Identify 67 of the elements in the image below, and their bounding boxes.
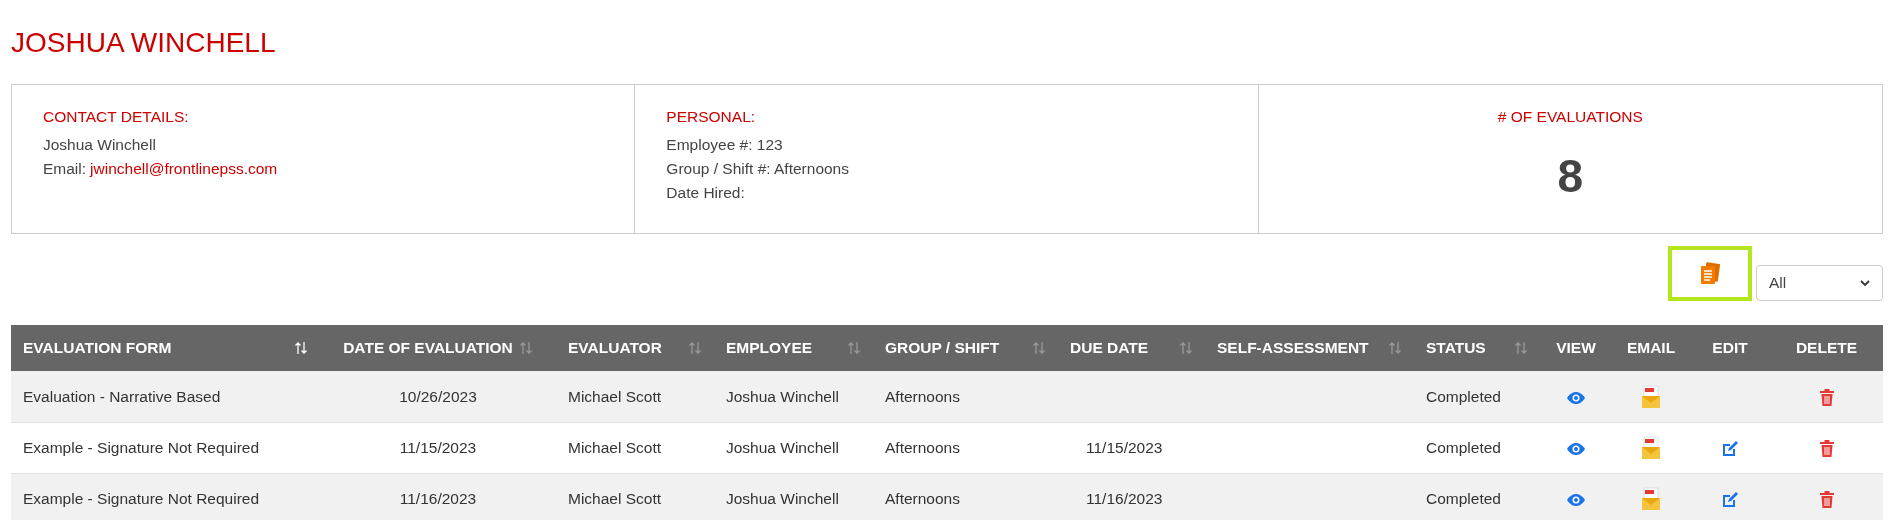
section-heading: PERSONAL: xyxy=(666,107,756,127)
documents-button[interactable] xyxy=(1668,246,1752,301)
table-cell-text: 11/15/2023 xyxy=(1085,438,1163,456)
table-cell: Example - Signature Not Required xyxy=(23,489,260,507)
pdf-envelope-icon[interactable] xyxy=(1641,435,1661,460)
table-cell: Completed xyxy=(1426,489,1501,507)
personal-detail: Date Hired: xyxy=(666,183,745,203)
dropdown-value: All xyxy=(1769,273,1787,294)
page-title: JOSHUA WINCHELL xyxy=(11,26,276,60)
sort-icon xyxy=(518,341,533,355)
sort-icon xyxy=(1179,341,1193,355)
section-heading: CONTACT DETAILS: xyxy=(43,107,189,127)
column-header: DELETE xyxy=(1770,325,1883,371)
column-header[interactable]: DUE DATE xyxy=(1058,325,1205,371)
table-cell: Joshua Winchell xyxy=(726,387,839,405)
table-cell: Example - Signature Not Required xyxy=(23,438,260,456)
table-cell: 11/16/2023 xyxy=(399,489,477,507)
column-header[interactable]: SELF-ASSESSMENT xyxy=(1205,325,1414,371)
table-cell: Michael Scott xyxy=(568,387,662,405)
trash-icon[interactable] xyxy=(1819,389,1834,407)
edit-icon[interactable] xyxy=(1721,439,1739,458)
column-header[interactable]: DATE OF EVALUATION xyxy=(320,325,556,371)
eye-icon[interactable] xyxy=(1566,390,1586,405)
trash-icon[interactable] xyxy=(1819,440,1834,458)
table-cell: Michael Scott xyxy=(568,489,662,507)
filter-dropdown[interactable]: All xyxy=(1756,265,1883,301)
table-cell: Joshua Winchell xyxy=(726,489,839,507)
column-header[interactable]: EVALUATOR xyxy=(556,325,714,371)
column-header[interactable]: STATUS xyxy=(1414,325,1540,371)
column-header: EDIT xyxy=(1690,325,1770,371)
personal-detail: Group / Shift #: Afternoons xyxy=(666,159,849,179)
table-cell: Completed xyxy=(1426,387,1501,405)
table-cell: 11/15/2023 xyxy=(399,438,477,456)
table-cell: Evaluation - Narrative Based xyxy=(23,387,221,405)
column-header[interactable]: GROUP / SHIFT xyxy=(873,325,1058,371)
email-label: Email: xyxy=(43,159,87,179)
table-cell: Afternoons xyxy=(885,489,960,507)
section-heading: # OF EVALUATIONS xyxy=(1497,107,1643,127)
column-header[interactable]: EVALUATION FORM xyxy=(11,325,320,371)
eye-icon[interactable] xyxy=(1566,492,1586,507)
pdf-envelope-icon[interactable] xyxy=(1641,384,1661,409)
table-cell-text: 11/16/2023 xyxy=(1085,489,1163,507)
email-link[interactable]: jwinchell@frontlinepss.com xyxy=(90,157,278,181)
table-cell: Completed xyxy=(1426,438,1501,456)
column-header[interactable]: EMPLOYEE xyxy=(714,325,873,371)
evaluations-count: 8 xyxy=(1557,151,1584,201)
table-cell: Joshua Winchell xyxy=(726,438,839,456)
table-cell: Afternoons xyxy=(885,438,960,456)
sort-icon xyxy=(1032,341,1046,355)
sort-icon xyxy=(1388,341,1402,355)
column-header: VIEW xyxy=(1540,325,1612,371)
edit-icon[interactable] xyxy=(1721,490,1739,509)
table-cell: Michael Scott xyxy=(568,438,662,456)
chevron-down-icon xyxy=(1860,279,1870,287)
column-header: EMAIL xyxy=(1612,325,1690,371)
sort-icon xyxy=(1514,341,1528,355)
documents-icon xyxy=(1699,261,1721,286)
table-cell: 10/26/2023 xyxy=(399,387,477,405)
trash-icon[interactable] xyxy=(1819,491,1834,509)
sort-icon xyxy=(688,341,702,355)
contact-name: Joshua Winchell xyxy=(43,135,156,155)
pdf-envelope-icon[interactable] xyxy=(1641,486,1661,511)
sort-icon xyxy=(294,341,308,355)
eye-icon[interactable] xyxy=(1566,441,1586,456)
table-cell: Afternoons xyxy=(885,387,960,405)
personal-detail: Employee #: 123 xyxy=(666,135,783,155)
sort-icon xyxy=(847,341,861,355)
